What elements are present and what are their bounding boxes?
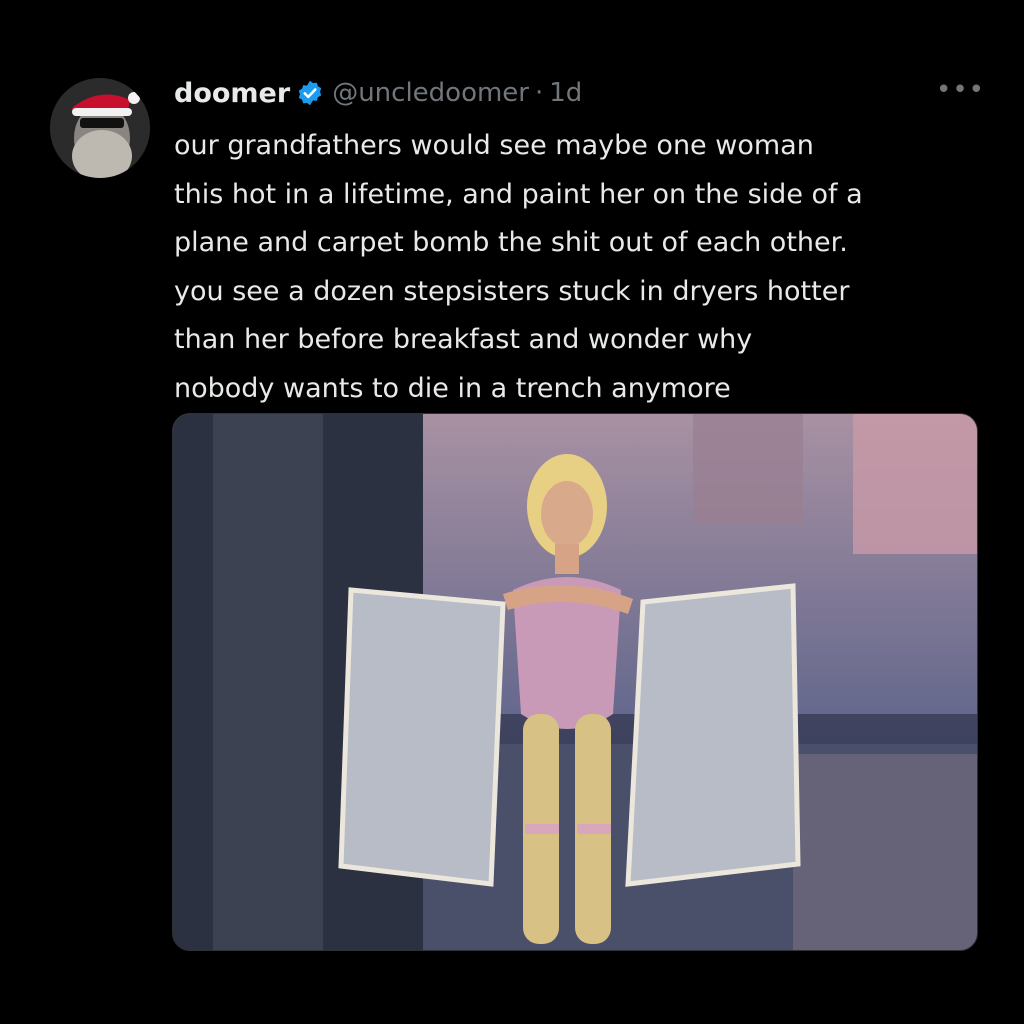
separator-dot: ·: [535, 78, 544, 108]
user-handle[interactable]: @uncledoomer: [332, 78, 529, 108]
verified-badge-icon: [296, 79, 324, 107]
tweet-header: doomer @uncledoomer · 1d: [174, 70, 582, 116]
santa-hat-avatar-icon: [50, 78, 150, 178]
tweet-text: our grandfathers would see maybe one wom…: [174, 130, 863, 404]
tweet-media[interactable]: [172, 413, 978, 951]
timestamp[interactable]: 1d: [549, 78, 582, 108]
avatar[interactable]: [50, 78, 150, 178]
more-options-icon[interactable]: •••: [936, 77, 984, 103]
photo-icon: [173, 414, 977, 950]
display-name[interactable]: doomer: [174, 78, 290, 109]
